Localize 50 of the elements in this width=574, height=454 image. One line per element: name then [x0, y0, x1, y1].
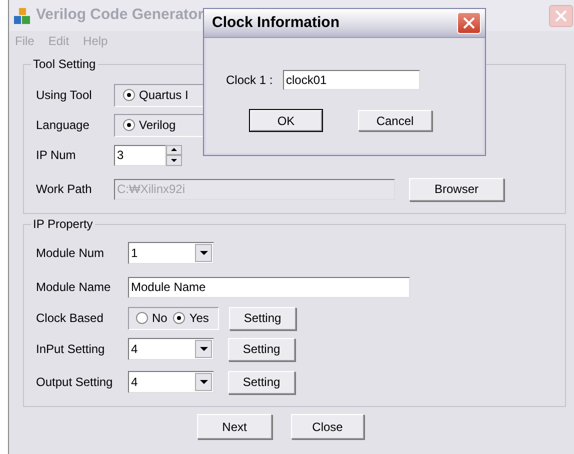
field-label: IP Num	[35, 147, 77, 164]
caret-icon	[200, 251, 208, 255]
field-label: Module Num	[35, 245, 106, 262]
dropdown-field[interactable]: 1	[128, 242, 214, 264]
radio-label: Verilog	[139, 117, 176, 134]
close-button[interactable]: Close	[291, 414, 364, 439]
radio-button[interactable]	[123, 119, 135, 131]
group-title: IP Property	[31, 217, 95, 232]
field-label: Module Name	[35, 279, 112, 296]
dropdown-field[interactable]: 4	[128, 371, 214, 393]
clock-input-field[interactable]: clock01	[283, 70, 420, 90]
dropdown-button[interactable]	[195, 373, 212, 391]
dropdown-field[interactable]: 4	[128, 338, 214, 360]
radio-label: No	[152, 310, 168, 327]
cancel-button[interactable]: Cancel	[358, 110, 432, 131]
setting-button[interactable]: Setting	[228, 338, 295, 360]
field-label: InPut Setting	[35, 341, 106, 358]
radio-label: Yes	[189, 310, 209, 327]
dropdown-button[interactable]	[195, 244, 212, 262]
radio-button[interactable]	[173, 312, 186, 324]
ok-button[interactable]: OK	[250, 110, 322, 131]
dialog-title: Clock Information	[212, 12, 340, 33]
radio-option[interactable]: Quartus I	[123, 86, 188, 104]
next-button[interactable]: Next	[197, 414, 272, 439]
caret-icon	[200, 380, 208, 384]
window-title: Verilog Code Generator	[36, 5, 204, 26]
radio-option[interactable]: Yes	[173, 309, 209, 327]
caret-icon	[200, 347, 208, 351]
close-icon	[463, 17, 475, 29]
radio-option[interactable]: No	[136, 309, 168, 327]
text-field[interactable]: Module Name	[128, 276, 410, 298]
setting-button[interactable]: Setting	[228, 370, 295, 394]
app-icon	[13, 6, 31, 24]
close-icon	[555, 10, 567, 22]
field-label: Language	[35, 117, 90, 134]
group-title: Tool Setting	[31, 57, 98, 72]
radio-button[interactable]	[136, 312, 148, 324]
field-label: Clock Based	[35, 310, 104, 327]
field-label: Clock 1 :	[226, 72, 274, 89]
setting-button[interactable]: Setting	[229, 306, 296, 330]
dropdown-button[interactable]	[195, 340, 212, 358]
field-label: Work Path	[35, 181, 93, 198]
field-label: Output Setting	[35, 374, 114, 391]
field-label: Using Tool	[35, 87, 93, 104]
radio-label: Quartus I	[139, 87, 188, 104]
browse-button[interactable]: Browser	[409, 178, 504, 200]
up-arrow-icon	[171, 148, 177, 152]
down-arrow-icon	[171, 158, 177, 162]
radio-option[interactable]: Verilog	[123, 116, 176, 134]
radio-button[interactable]	[123, 89, 135, 101]
